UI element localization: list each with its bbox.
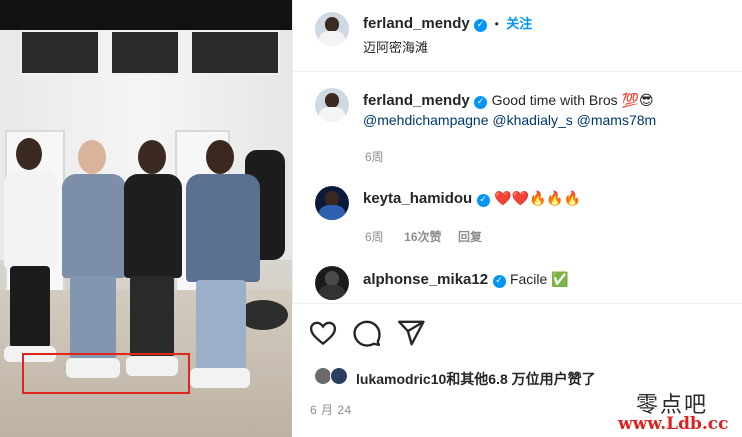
heart-icon[interactable]: [308, 318, 338, 348]
verified-badge-icon: ✓: [492, 275, 506, 288]
likes-summary: lukamodric10和其他6.8 万位用户赞了: [356, 369, 596, 389]
header-separator: •: [494, 17, 499, 31]
comment-like-count[interactable]: 16次赞: [404, 230, 441, 244]
post-header: ferland_mendy ✓ • 关注 迈阿密海滩: [293, 0, 742, 72]
verified-badge-icon: ✓: [474, 19, 488, 32]
likes-count-text[interactable]: 和其他6.8 万位用户赞了: [446, 371, 595, 387]
photo-window: [190, 30, 280, 75]
liker-avatar[interactable]: [330, 367, 348, 385]
caption-mentions[interactable]: @mehdichampagne @khadialy_s @mams78m: [363, 112, 656, 128]
likes-highlight-box: [22, 353, 190, 394]
follow-button[interactable]: 关注: [506, 16, 532, 31]
comment-avatar[interactable]: [315, 186, 349, 220]
comment-username[interactable]: alphonse_mika12: [363, 271, 488, 288]
location-link[interactable]: 迈阿密海滩: [363, 37, 428, 56]
comment-avatar[interactable]: [315, 266, 349, 300]
author-avatar[interactable]: [315, 12, 349, 46]
watermark-url: www.Ldb.cc: [618, 414, 729, 434]
verified-badge-icon: ✓: [474, 96, 488, 109]
liker-username[interactable]: lukamodric10: [356, 371, 446, 387]
comment-timestamp[interactable]: 6周: [365, 230, 384, 244]
comment-text: ❤️❤️🔥🔥🔥: [494, 190, 582, 206]
caption-username[interactable]: ferland_mendy: [363, 92, 470, 109]
comment-bubble-icon[interactable]: [352, 318, 382, 348]
caption-text: Good time with Bros 💯😎: [491, 92, 654, 108]
caption-timestamp[interactable]: 6周: [365, 148, 384, 165]
photo-person: [0, 138, 62, 378]
comment-text: Facile ✅: [509, 271, 569, 287]
photo-person: [120, 140, 186, 388]
post-date[interactable]: 6 月 24: [310, 401, 352, 418]
photo-window: [110, 30, 180, 75]
photo-person: [182, 140, 264, 400]
verified-badge-icon: ✓: [476, 194, 490, 207]
photo-window: [20, 30, 100, 75]
comment-username[interactable]: keyta_hamidou: [363, 190, 472, 207]
caption-avatar[interactable]: [315, 88, 349, 122]
photo-top-band: [0, 0, 292, 30]
comment-reply-button[interactable]: 回复: [458, 230, 482, 244]
author-username[interactable]: ferland_mendy: [363, 15, 470, 32]
paper-plane-icon[interactable]: [396, 318, 426, 348]
